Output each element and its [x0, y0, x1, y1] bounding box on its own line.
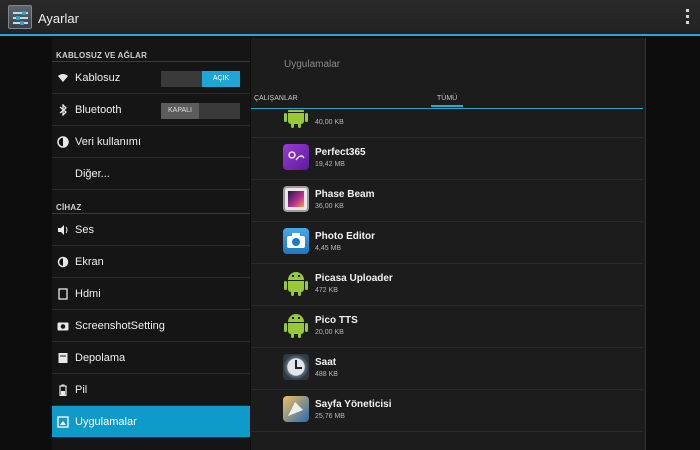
sidebar-item-hdmi[interactable]: Hdmi	[52, 278, 250, 310]
sidebar-item-apps[interactable]: Uygulamalar	[52, 406, 250, 438]
tab-all[interactable]: TÜMÜ	[431, 95, 464, 107]
app-name: Phase Beam	[315, 189, 375, 200]
sidebar-item-label: Depolama	[75, 352, 126, 364]
sidebar-item-label: Kablosuz	[75, 72, 121, 84]
app-size: 20,00 KB	[315, 329, 344, 336]
list-item[interactable]: Saat 488 KB	[251, 348, 643, 390]
app-size: 472 KB	[315, 287, 338, 294]
sidebar-item-storage[interactable]: Depolama	[52, 342, 250, 374]
app-title: Ayarlar	[38, 11, 79, 26]
sidebar-item-bluetooth[interactable]: Bluetooth KAPALI	[52, 94, 250, 126]
sidebar-item-label: Veri kullanımı	[75, 136, 142, 148]
app-size: 488 KB	[315, 371, 338, 378]
sidebar-item-label: Pil	[75, 384, 88, 396]
sidebar-item-wifi[interactable]: Kablosuz AÇIK	[52, 62, 250, 94]
app-size: 19,42 MB	[315, 161, 345, 168]
app-list: 40,00 KB Perfect365 19,42 MB Phase Beam …	[251, 110, 643, 450]
bluetooth-toggle[interactable]: KAPALI	[161, 103, 240, 119]
app-size: 4,45 MB	[315, 245, 342, 252]
wifi-toggle[interactable]: AÇIK	[161, 71, 240, 87]
clock-icon	[283, 354, 309, 380]
sidebar-item-more[interactable]: Diğer...	[52, 158, 250, 190]
apps-icon	[57, 416, 69, 428]
wifi-icon	[57, 72, 69, 84]
toggle-off-label: KAPALI	[161, 103, 199, 119]
settings-app-icon[interactable]	[8, 5, 32, 29]
sidebar-item-data-usage[interactable]: Veri kullanımı	[52, 126, 250, 158]
sidebar-item-sound[interactable]: Ses	[52, 214, 250, 246]
sidebar-item-label: ScreenshotSetting	[75, 320, 165, 332]
app-name: Photo Editor	[315, 231, 375, 242]
list-item[interactable]: Phase Beam 36,00 KB	[251, 180, 643, 222]
app-size: 36,00 KB	[315, 203, 344, 210]
data-usage-icon	[57, 136, 69, 148]
tab-running[interactable]: ÇALIŞANLAR	[254, 95, 298, 102]
toggle-on-label: AÇIK	[202, 71, 240, 87]
app-size: 25,76 MB	[315, 413, 345, 420]
sidebar-item-label: Uygulamalar	[75, 416, 137, 428]
phase-beam-icon	[283, 186, 309, 212]
hdmi-icon	[57, 288, 69, 300]
volume-icon	[57, 224, 69, 236]
action-bar: Ayarlar	[0, 0, 700, 36]
section-header-wireless: KABLOSUZ VE AĞLAR	[52, 38, 250, 62]
panel-divider	[645, 38, 646, 450]
android-icon	[283, 270, 309, 296]
sidebar-item-display[interactable]: Ekran	[52, 246, 250, 278]
sidebar-item-label: Ekran	[75, 256, 104, 268]
sidebar-item-battery[interactable]: Pil	[52, 374, 250, 406]
bluetooth-icon	[57, 103, 69, 117]
section-header-device: CİHAZ	[52, 190, 250, 214]
app-size: 40,00 KB	[315, 119, 344, 126]
battery-icon	[57, 384, 69, 397]
sidebar-item-label: Ses	[75, 224, 94, 236]
sidebar-item-label: Diğer...	[75, 168, 110, 180]
list-item[interactable]: Photo Editor 4,45 MB	[251, 222, 643, 264]
sidebar-item-screenshot[interactable]: ScreenshotSetting	[52, 310, 250, 342]
android-icon	[283, 312, 309, 338]
perfect365-icon	[283, 144, 309, 170]
app-name: Picasa Uploader	[315, 273, 393, 284]
apps-panel: Uygulamalar ÇALIŞANLAR TÜMÜ 40,00 KB Per…	[251, 38, 645, 450]
app-tabs: ÇALIŞANLAR TÜMÜ	[251, 93, 643, 109]
photo-editor-icon	[283, 228, 309, 254]
android-icon	[283, 110, 309, 128]
list-item[interactable]: Picasa Uploader 472 KB	[251, 264, 643, 306]
list-item[interactable]: Pico TTS 20,00 KB	[251, 306, 643, 348]
app-name: Saat	[315, 357, 337, 368]
app-name: Pico TTS	[315, 315, 358, 326]
file-manager-icon	[283, 396, 309, 422]
list-item[interactable]: 40,00 KB	[251, 110, 643, 138]
overflow-menu-icon[interactable]	[684, 9, 690, 27]
list-item[interactable]: Sayfa Yöneticisi 25,76 MB	[251, 390, 643, 432]
sidebar-item-label: Hdmi	[75, 288, 101, 300]
brightness-icon	[57, 256, 69, 268]
app-name: Perfect365	[315, 147, 366, 158]
sidebar-item-label: Bluetooth	[75, 104, 122, 116]
list-item[interactable]: Perfect365 19,42 MB	[251, 138, 643, 180]
page-title: Uygulamalar	[284, 59, 341, 70]
app-name: Sayfa Yöneticisi	[315, 399, 392, 410]
settings-sidebar: KABLOSUZ VE AĞLAR Kablosuz AÇIK Bluetoot…	[52, 38, 250, 450]
storage-icon	[57, 352, 69, 364]
camera-icon	[57, 320, 69, 332]
